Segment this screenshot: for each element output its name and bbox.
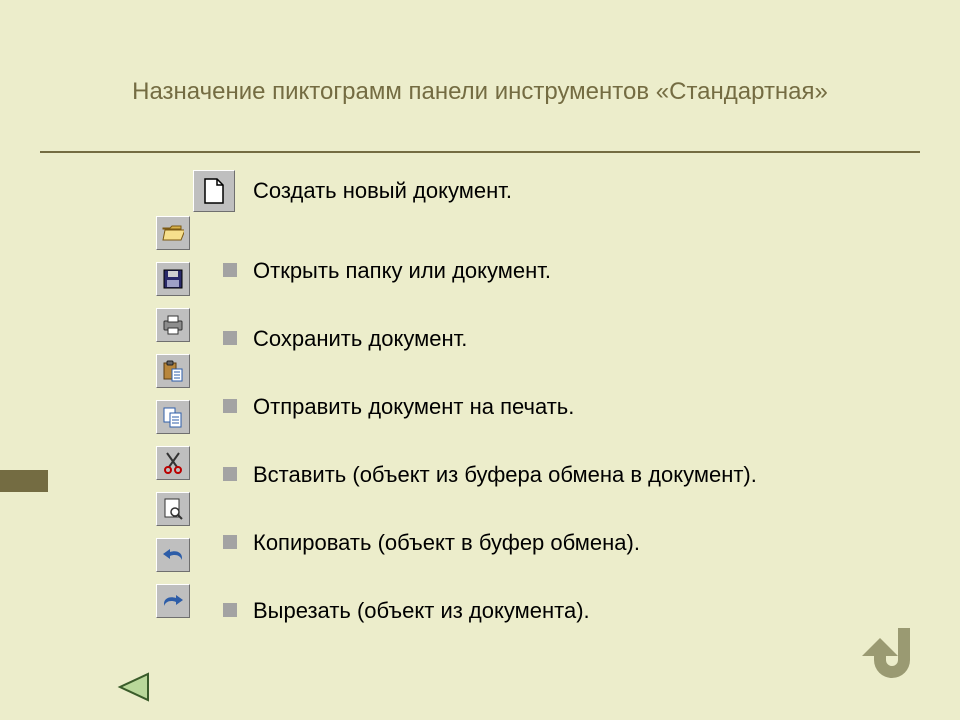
- bullet-icon: [223, 399, 237, 413]
- list-item-label: Отправить документ на печать.: [253, 394, 757, 420]
- undo-icon: [156, 538, 190, 572]
- title-separator: [40, 151, 920, 153]
- list-item-label: Вырезать (объект из документа).: [253, 598, 757, 624]
- list-item: Отправить документ на печать.: [223, 394, 757, 420]
- prev-slide-button[interactable]: [114, 670, 152, 704]
- print-icon: [156, 308, 190, 342]
- toolbar-icon-column: [156, 172, 190, 624]
- return-button[interactable]: [860, 622, 930, 692]
- list-item: Сохранить документ.: [223, 326, 757, 352]
- description-list: Создать новый документ. Открыть папку ил…: [223, 178, 757, 666]
- redo-icon: [156, 584, 190, 618]
- list-item-label: Вставить (объект из буфера обмена в доку…: [253, 462, 757, 488]
- list-item-label: Открыть папку или документ.: [253, 258, 757, 284]
- bullet-icon: [223, 603, 237, 617]
- bullet-icon: [223, 467, 237, 481]
- open-folder-icon: [156, 216, 190, 250]
- save-icon: [156, 262, 190, 296]
- list-item-label: Создать новый документ.: [253, 178, 757, 204]
- list-item-label: Сохранить документ.: [253, 326, 757, 352]
- paste-icon: [156, 354, 190, 388]
- list-item: Вставить (объект из буфера обмена в доку…: [223, 462, 757, 488]
- copy-icon: [156, 400, 190, 434]
- list-item: Вырезать (объект из документа).: [223, 598, 757, 624]
- side-accent-bar: [0, 470, 48, 492]
- bullet-icon: [223, 331, 237, 345]
- bullet-icon: [223, 263, 237, 277]
- slide-title: Назначение пиктограмм панели инструменто…: [0, 78, 960, 106]
- list-item: Создать новый документ.: [223, 178, 757, 204]
- list-item-label: Копировать (объект в буфер обмена).: [253, 530, 757, 556]
- list-item: Открыть папку или документ.: [223, 258, 757, 284]
- bullet-icon: [223, 535, 237, 549]
- cut-icon: [156, 446, 190, 480]
- list-item: Копировать (объект в буфер обмена).: [223, 530, 757, 556]
- preview-icon: [156, 492, 190, 526]
